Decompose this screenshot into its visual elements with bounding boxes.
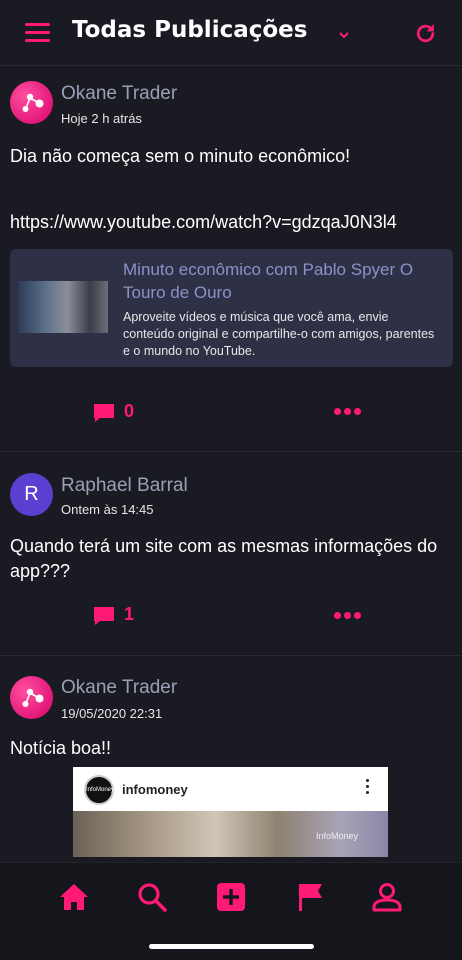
chevron-down-icon[interactable] xyxy=(337,28,351,42)
home-indicator[interactable] xyxy=(149,944,314,949)
profile-icon xyxy=(372,883,402,912)
share-logo-icon xyxy=(22,688,44,707)
menu-icon[interactable] xyxy=(25,23,50,43)
add-post-icon xyxy=(217,883,245,911)
post-text: Dia não começa sem o minuto econômico! xyxy=(10,146,351,166)
avatar[interactable] xyxy=(10,676,53,719)
post-time: 19/05/2020 22:31 xyxy=(61,706,163,721)
top-bar: Todas Publicações xyxy=(0,0,462,66)
refresh-icon[interactable] xyxy=(413,21,438,46)
account-avatar: InfoMoney xyxy=(84,775,114,805)
avatar[interactable]: R xyxy=(10,473,53,516)
author-name[interactable]: Okane Trader xyxy=(61,83,177,105)
post-image[interactable]: InfoMoney infomoney InfoMoney xyxy=(73,767,388,857)
link-preview-title: Minuto econômico com Pablo Spyer O Touro… xyxy=(123,260,414,302)
comment-icon xyxy=(94,607,114,625)
post-card: R Raphael Barral Ontem às 14:45 Quando t… xyxy=(0,452,462,656)
page-title[interactable]: Todas Publicações xyxy=(72,17,307,43)
post-time: Ontem às 14:45 xyxy=(61,502,154,517)
comment-icon xyxy=(94,404,114,422)
image-photo: InfoMoney xyxy=(73,811,388,857)
account-name: infomoney xyxy=(122,782,188,797)
author-name[interactable]: Okane Trader xyxy=(61,677,177,699)
video-thumbnail xyxy=(18,281,108,333)
post-time: Hoje 2 h atrás xyxy=(61,111,142,126)
tab-home[interactable] xyxy=(58,881,90,913)
tab-flag[interactable] xyxy=(295,881,327,913)
image-more-icon xyxy=(366,779,370,797)
share-logo-icon xyxy=(22,93,44,112)
search-icon xyxy=(138,883,167,912)
author-name[interactable]: Raphael Barral xyxy=(61,475,188,497)
comment-count: 0 xyxy=(124,401,135,421)
post-link[interactable]: https://www.youtube.com/watch?v=gdzqaJ0N… xyxy=(10,210,446,235)
more-options-button[interactable] xyxy=(334,612,362,620)
link-preview-card[interactable]: Minuto econômico com Pablo Spyer O Touro… xyxy=(10,249,453,367)
link-preview-description: Aproveite vídeos e música que você ama, … xyxy=(123,310,435,358)
image-watermark: InfoMoney xyxy=(315,831,358,841)
comment-count: 1 xyxy=(124,604,135,624)
more-options-button[interactable] xyxy=(334,408,362,416)
comment-button[interactable]: 1 xyxy=(93,604,143,626)
post-text: Quando terá um site com as mesmas inform… xyxy=(10,536,438,581)
comment-button[interactable]: 0 xyxy=(93,401,143,423)
tab-new-post[interactable] xyxy=(215,881,247,913)
tab-search[interactable] xyxy=(136,881,168,913)
avatar[interactable] xyxy=(10,81,53,124)
post-text: Notícia boa!! xyxy=(10,738,112,758)
home-icon xyxy=(60,884,88,910)
flag-icon xyxy=(299,884,322,911)
tab-profile[interactable] xyxy=(371,881,403,913)
